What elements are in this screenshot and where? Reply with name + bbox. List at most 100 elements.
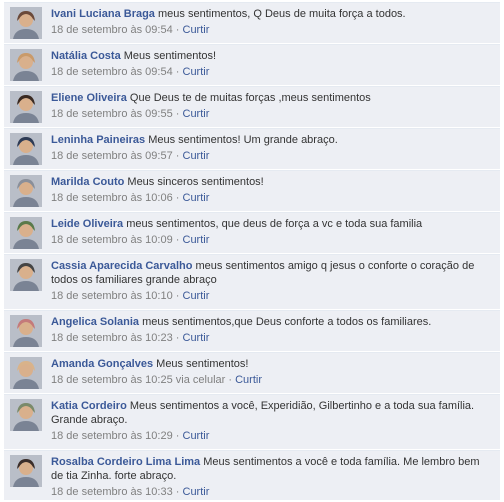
comment-body: Ivani Luciana Braga meus sentimentos, Q … xyxy=(51,7,494,37)
timestamp[interactable]: 18 de setembro às 10:29 xyxy=(51,430,173,442)
avatar[interactable] xyxy=(10,259,42,291)
author-link[interactable]: Eliene Oliveira xyxy=(51,92,127,104)
like-link[interactable]: Curtir xyxy=(183,192,210,204)
comment-item: Ivani Luciana Braga meus sentimentos, Q … xyxy=(4,2,500,43)
separator-dot: · xyxy=(228,374,233,386)
comment-item: Angelica Solania meus sentimentos,que De… xyxy=(4,310,500,351)
comment-meta: 18 de setembro às 09:57 · Curtir xyxy=(51,149,494,163)
comment-item: Leninha Paineiras Meus sentimentos! Um g… xyxy=(4,128,500,169)
like-link[interactable]: Curtir xyxy=(183,108,210,120)
avatar[interactable] xyxy=(10,357,42,389)
like-link[interactable]: Curtir xyxy=(183,290,210,302)
author-link[interactable]: Ivani Luciana Braga xyxy=(51,8,155,20)
like-link[interactable]: Curtir xyxy=(235,374,262,386)
profile-photo-icon xyxy=(10,7,42,39)
like-link[interactable]: Curtir xyxy=(183,66,210,78)
comment-meta: 18 de setembro às 10:25 via celular · Cu… xyxy=(51,373,494,387)
timestamp[interactable]: 18 de setembro às 10:25 xyxy=(51,374,173,386)
author-link[interactable]: Angelica Solania xyxy=(51,316,139,328)
comment-body: Natália Costa Meus sentimentos! 18 de set… xyxy=(51,49,494,79)
comment-meta: 18 de setembro às 10:09 · Curtir xyxy=(51,233,494,247)
profile-photo-icon xyxy=(10,133,42,165)
comment-meta: 18 de setembro às 10:23 · Curtir xyxy=(51,331,494,345)
comment-text: Meus sentimentos! Um grande abraço. xyxy=(148,134,338,146)
profile-photo-icon xyxy=(10,175,42,207)
author-link[interactable]: Natália Costa xyxy=(51,50,121,62)
avatar[interactable] xyxy=(10,399,42,431)
avatar[interactable] xyxy=(10,7,42,39)
comment-body: Marilda Couto Meus sinceros sentimentos!… xyxy=(51,175,494,205)
comment-body: Rosalba Cordeiro Lima Lima Meus sentimen… xyxy=(51,455,494,499)
profile-photo-icon xyxy=(10,455,42,487)
avatar[interactable] xyxy=(10,217,42,249)
timestamp[interactable]: 18 de setembro às 10:06 xyxy=(51,192,173,204)
timestamp[interactable]: 18 de setembro às 09:54 xyxy=(51,24,173,36)
comment-meta: 18 de setembro às 09:54 · Curtir xyxy=(51,65,494,79)
author-link[interactable]: Marilda Couto xyxy=(51,176,124,188)
comment-body: Leninha Paineiras Meus sentimentos! Um g… xyxy=(51,133,494,163)
comment-item: Leide Oliveira meus sentimentos, que deu… xyxy=(4,212,500,253)
like-link[interactable]: Curtir xyxy=(183,430,210,442)
comment-meta: 18 de setembro às 09:55 · Curtir xyxy=(51,107,494,121)
comments-list: Ivani Luciana Braga meus sentimentos, Q … xyxy=(0,0,504,502)
comment-meta: 18 de setembro às 09:54 · Curtir xyxy=(51,23,494,37)
like-link[interactable]: Curtir xyxy=(183,234,210,246)
separator-dot: · xyxy=(175,24,180,36)
comment-body: Leide Oliveira meus sentimentos, que deu… xyxy=(51,217,494,247)
author-link[interactable]: Leide Oliveira xyxy=(51,218,123,230)
like-link[interactable]: Curtir xyxy=(183,24,210,36)
avatar[interactable] xyxy=(10,315,42,347)
avatar[interactable] xyxy=(10,91,42,123)
like-link[interactable]: Curtir xyxy=(183,332,210,344)
separator-dot: · xyxy=(175,332,180,344)
like-link[interactable]: Curtir xyxy=(183,150,210,162)
timestamp[interactable]: 18 de setembro às 10:10 xyxy=(51,290,173,302)
timestamp[interactable]: 18 de setembro às 09:54 xyxy=(51,66,173,78)
comment-meta: 18 de setembro às 10:33 · Curtir xyxy=(51,485,494,499)
profile-photo-icon xyxy=(10,91,42,123)
separator-dot: · xyxy=(175,108,180,120)
profile-photo-icon xyxy=(10,49,42,81)
comment-body: Katia Cordeiro Meus sentimentos a você, … xyxy=(51,399,494,443)
timestamp[interactable]: 18 de setembro às 09:55 xyxy=(51,108,173,120)
author-link[interactable]: Katia Cordeiro xyxy=(51,400,127,412)
like-link[interactable]: Curtir xyxy=(183,486,210,498)
comment-meta: 18 de setembro às 10:10 · Curtir xyxy=(51,289,494,303)
avatar[interactable] xyxy=(10,133,42,165)
separator-dot: · xyxy=(175,192,180,204)
comment-item: Marilda Couto Meus sinceros sentimentos!… xyxy=(4,170,500,211)
separator-dot: · xyxy=(175,234,180,246)
timestamp[interactable]: 18 de setembro às 10:23 xyxy=(51,332,173,344)
separator-dot: · xyxy=(175,290,180,302)
avatar[interactable] xyxy=(10,175,42,207)
comment-body: Eliene Oliveira Que Deus te de muitas fo… xyxy=(51,91,494,121)
separator-dot: · xyxy=(175,430,180,442)
via-mobile[interactable]: via celular xyxy=(176,374,226,386)
author-link[interactable]: Rosalba Cordeiro Lima Lima xyxy=(51,456,200,468)
comment-text: meus sentimentos, que deus de força a vc… xyxy=(126,218,423,230)
timestamp[interactable]: 18 de setembro às 09:57 xyxy=(51,150,173,162)
comment-text: Meus sinceros sentimentos! xyxy=(127,176,264,188)
profile-photo-icon xyxy=(10,217,42,249)
timestamp[interactable]: 18 de setembro às 10:33 xyxy=(51,486,173,498)
timestamp[interactable]: 18 de setembro às 10:09 xyxy=(51,234,173,246)
separator-dot: · xyxy=(175,150,180,162)
comment-text: Meus sentimentos! xyxy=(123,50,217,62)
comment-item: Katia Cordeiro Meus sentimentos a você, … xyxy=(4,394,500,449)
comment-text: meus sentimentos,que Deus conforte a tod… xyxy=(142,316,432,328)
comment-item: Eliene Oliveira Que Deus te de muitas fo… xyxy=(4,86,500,127)
avatar[interactable] xyxy=(10,455,42,487)
author-link[interactable]: Leninha Paineiras xyxy=(51,134,145,146)
separator-dot: · xyxy=(175,66,180,78)
author-link[interactable]: Cassia Aparecida Carvalho xyxy=(51,260,192,272)
profile-photo-icon xyxy=(10,259,42,291)
comment-body: Amanda Gonçalves Meus sentimentos! 18 de … xyxy=(51,357,494,387)
comment-item: Cassia Aparecida Carvalho meus sentiment… xyxy=(4,254,500,309)
avatar[interactable] xyxy=(10,49,42,81)
comment-item: Amanda Gonçalves Meus sentimentos! 18 de … xyxy=(4,352,500,393)
comment-body: Cassia Aparecida Carvalho meus sentiment… xyxy=(51,259,494,303)
author-link[interactable]: Amanda Gonçalves xyxy=(51,358,153,370)
comment-meta: 18 de setembro às 10:06 · Curtir xyxy=(51,191,494,205)
comment-item: Natália Costa Meus sentimentos! 18 de set… xyxy=(4,44,500,85)
comment-text: Meus sentimentos! xyxy=(156,358,249,370)
